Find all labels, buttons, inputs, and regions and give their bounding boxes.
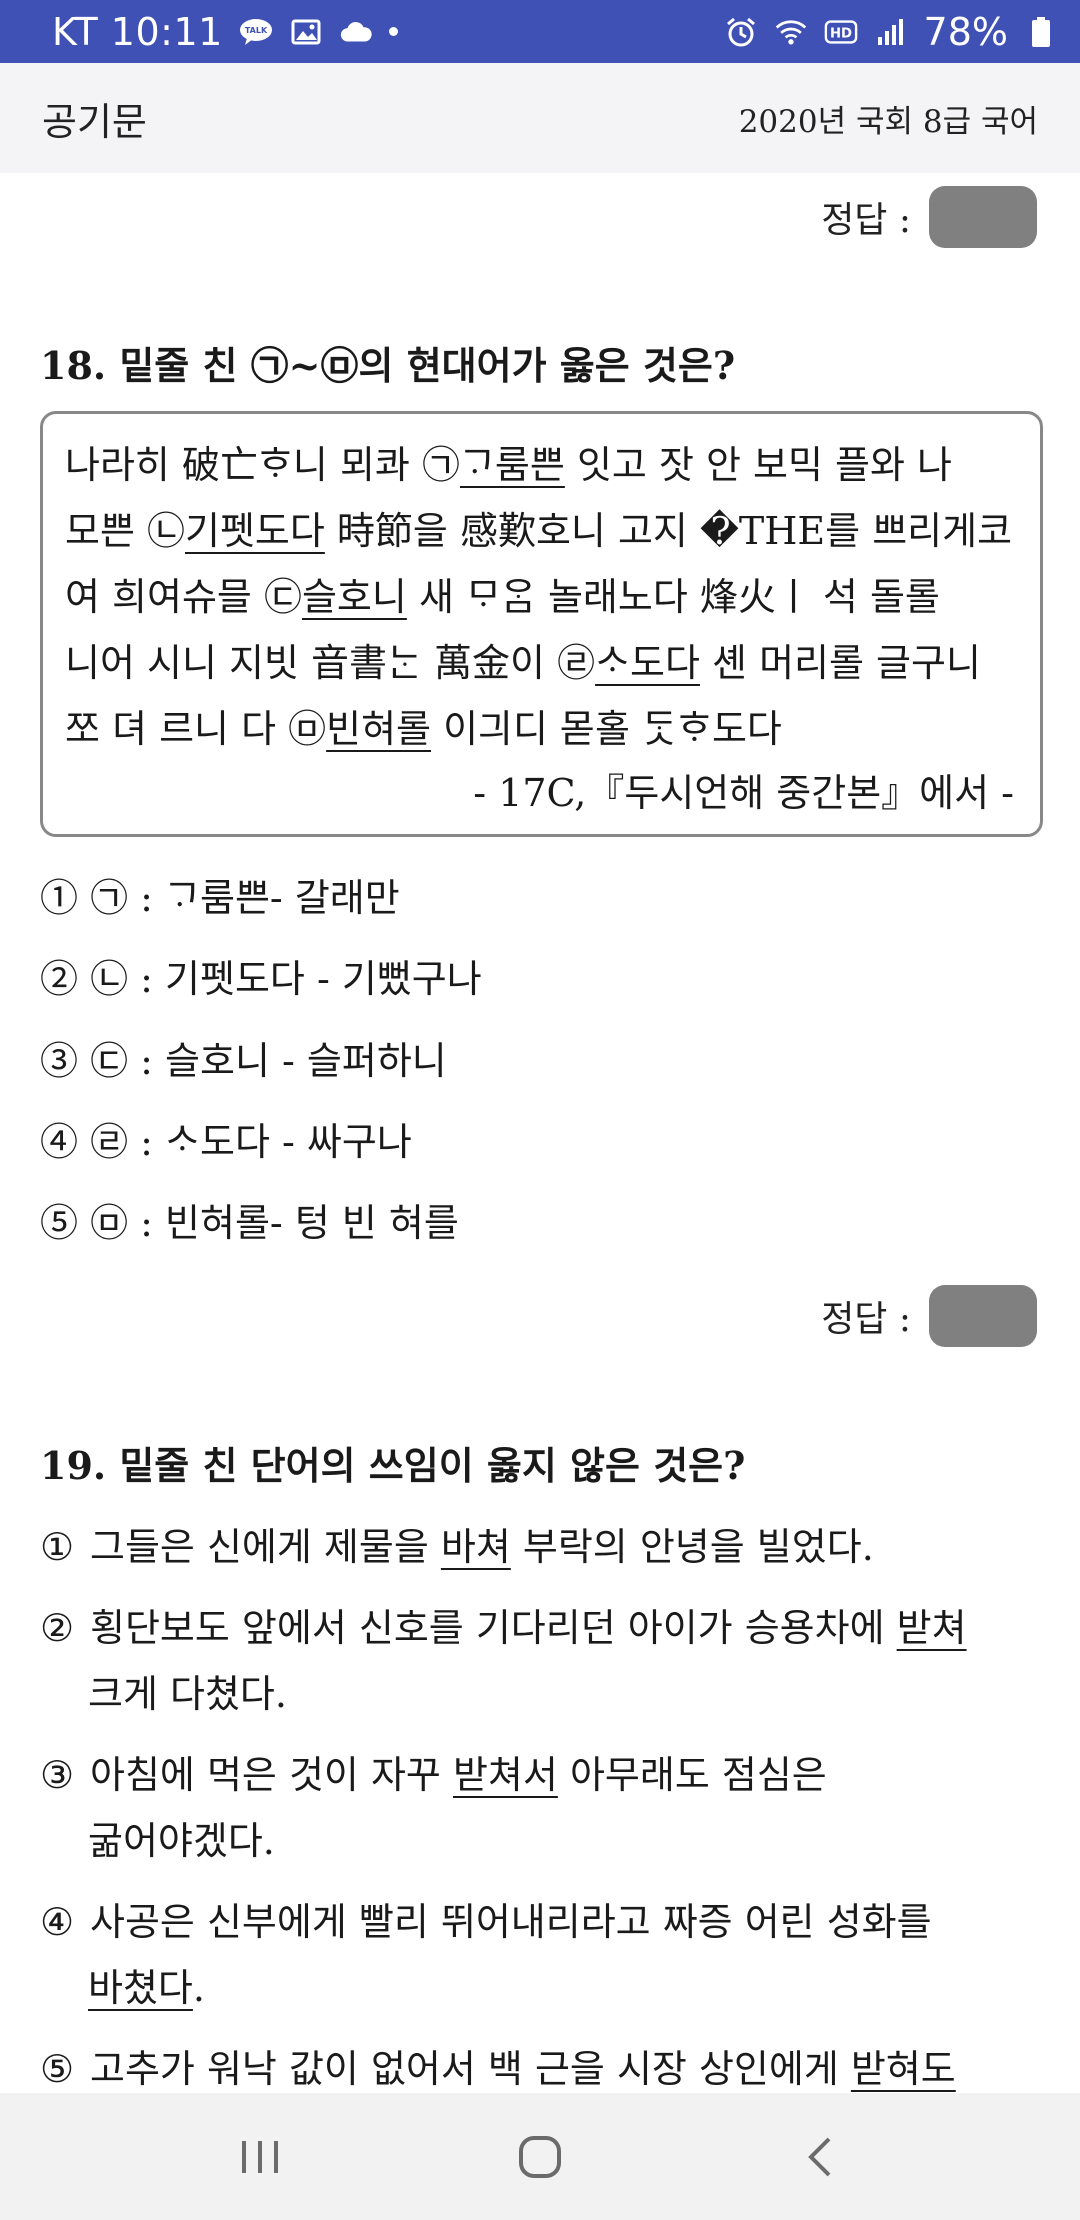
status-bar: KT 10:11 TALK HD 78%	[0, 0, 1080, 63]
underlined-word: 받혀도	[850, 2047, 956, 2091]
q19-option-2[interactable]: ② 횡단보도 앞에서 신호를 기다리던 아이가 승용차에 받쳐	[40, 1597, 967, 1652]
passage-line-3: 여 희여슈믈 ㉢슬호니 새 ᄆᆞᄋᆞᆷ 놀래노다 烽火ㅣ 석 돌롤	[65, 564, 1020, 630]
underlined-word: ᄉᆞ도다	[595, 641, 700, 685]
underlined-word: 기펫도다	[185, 509, 325, 553]
underlined-word: 받쳐서	[452, 1753, 558, 1797]
question-18-passage: 나라히 破亡ᄒᆞ니 뫼콰 ㉠ᄀᆞ룸쁜 잇고 잣 안 보믹 플와 나 모쁜 ㉡기펫…	[40, 411, 1043, 837]
underlined-word: 바쳤다	[88, 1966, 193, 2010]
answer-reveal-button[interactable]	[929, 1285, 1037, 1347]
app-bar: 공기문 2020년 국회 8급 국어	[0, 63, 1080, 173]
question-18-title: 18. 밑줄 친 ㉠~㉤의 현대어가 옳은 것은?	[40, 343, 736, 388]
system-nav-bar	[0, 2093, 1080, 2220]
q19-option-5[interactable]: ⑤ 고추가 워낙 값이 없어서 백 근을 시장 상인에게 받혀도	[40, 2038, 956, 2093]
option-text: 부락의 안녕을 빌었다.	[510, 1525, 874, 1569]
option-number: ①	[40, 1525, 75, 1569]
passage-text: 時節을 感歎호니 고지 �THE를 쁘리게코	[324, 509, 1013, 553]
question-19-title: 19. 밑줄 친 단어의 쓰임이 옳지 않은 것은?	[40, 1443, 746, 1488]
image-icon	[289, 18, 323, 46]
passage-line-5: 쪼 뎌 르니 다 ㉤빈혀롤 이긔디 몯홀 ᄃᆞᆺᄒᆞ도다	[65, 696, 1020, 762]
cloud-icon	[339, 18, 373, 46]
option-number: ④	[40, 1900, 75, 1944]
battery-percent: 78%	[923, 9, 1008, 54]
passage-line-2: 모쁜 ㉡기펫도다 時節을 感歎호니 고지 �THE를 쁘리게코	[65, 498, 1020, 564]
option-text: 아무래도 점심은	[557, 1753, 827, 1797]
carrier: KT	[52, 9, 99, 54]
q19-option-2-continued: 크게 다쳤다.	[88, 1672, 287, 1716]
q19-option-3-continued: 굶어야겠다.	[88, 1819, 275, 1863]
passage-text: 셴 머리롤 글구니	[699, 641, 981, 685]
passage-text: 모쁜 ㉡	[65, 509, 185, 553]
option-text: 횡단보도 앞에서 신호를 기다리던 아이가 승용차에	[90, 1606, 897, 1650]
passage-line-4: 니어 시니 지빗 音書ᄂᆞᆫ 萬金이 ㉣ᄉᆞ도다 셴 머리롤 글구니	[65, 630, 1020, 696]
talk-icon: TALK	[239, 18, 273, 46]
q19-option-1[interactable]: ① 그들은 신에게 제물을 바쳐 부락의 안녕을 빌었다.	[40, 1516, 874, 1571]
option-text: 사공은 신부에게 빨리 뛰어내리라고 짜증 어린 성화를	[90, 1900, 932, 1944]
svg-text:TALK: TALK	[245, 26, 268, 35]
home-icon	[519, 2135, 561, 2178]
svg-text:HD: HD	[830, 26, 852, 41]
answer-row-18: 정답 :	[821, 1285, 1037, 1347]
q19-option-3[interactable]: ③ 아침에 먹은 것이 자꾸 받쳐서 아무래도 점심은	[40, 1744, 827, 1799]
option-number: ③	[40, 1753, 75, 1797]
dot-icon	[388, 27, 398, 36]
recent-apps-button[interactable]	[215, 2117, 305, 2197]
q18-option-1[interactable]: ① ㉠ : ᄀᆞ룸쁜- 갈래만	[40, 867, 400, 922]
passage-text: 이긔디 몯홀 ᄃᆞᆺᄒᆞ도다	[431, 707, 782, 751]
passage-text: 니어 시니 지빗 音書ᄂᆞᆫ 萬金이 ㉣	[65, 641, 596, 685]
underlined-word: 슬호니	[301, 575, 407, 619]
battery-icon	[1024, 16, 1058, 47]
underlined-word: 받쳐	[896, 1606, 967, 1650]
option-text: 그들은 신에게 제물을	[90, 1525, 441, 1569]
q18-option-4[interactable]: ④ ㉣ : ᄉᆞ도다 - 싸구나	[40, 1111, 412, 1166]
recent-apps-icon	[242, 2140, 278, 2173]
underlined-word: 바쳐	[440, 1525, 511, 1569]
passage-source: - 17C,『두시언해 중간본』에서 -	[473, 771, 1014, 815]
app-title: 공기문	[42, 99, 147, 144]
answer-label: 정답 :	[821, 1299, 911, 1340]
option-number: ⑤	[40, 2047, 75, 2091]
passage-line-1: 나라히 破亡ᄒᆞ니 뫼콰 ㉠ᄀᆞ룸쁜 잇고 잣 안 보믹 플와 나	[65, 432, 1020, 498]
wifi-icon	[774, 18, 808, 46]
option-text: 고추가 워낙 값이 없어서 백 근을 시장 상인에게	[90, 2047, 851, 2091]
hd-icon: HD	[824, 18, 858, 46]
answer-reveal-button[interactable]	[929, 186, 1037, 248]
question-scroll-area[interactable]: 정답 : 18. 밑줄 친 ㉠~㉤의 현대어가 옳은 것은? 나라히 破亡ᄒᆞ니…	[0, 173, 1080, 2093]
status-right: HD 78%	[724, 10, 1058, 54]
exam-name: 2020년 국회 8급 국어	[738, 103, 1038, 140]
q18-option-3[interactable]: ③ ㉢ : 슬호니 - 슬퍼하니	[40, 1030, 447, 1085]
status-left: KT 10:11 TALK	[52, 10, 398, 54]
back-button[interactable]	[775, 2117, 865, 2197]
q18-option-2[interactable]: ② ㉡ : 기펫도다 - 기뻤구나	[40, 948, 482, 1003]
passage-text: 나라히 破亡ᄒᆞ니 뫼콰 ㉠	[65, 443, 460, 487]
q18-option-5[interactable]: ⑤ ㉤ : 빈혀롤- 텅 빈 혀를	[40, 1192, 459, 1247]
home-button[interactable]	[495, 2117, 585, 2197]
passage-text: 잇고 잣 안 보믹 플와 나	[564, 443, 952, 487]
option-number: ②	[40, 1606, 75, 1650]
back-icon	[808, 2137, 831, 2176]
passage-text: 새 ᄆᆞᄋᆞᆷ 놀래노다 烽火ㅣ 석 돌롤	[406, 575, 940, 619]
underlined-word: ᄀᆞ룸쁜	[459, 443, 565, 487]
passage-text: 여 희여슈믈 ㉢	[65, 575, 302, 619]
answer-label: 정답 :	[821, 200, 911, 241]
underlined-word: 빈혀롤	[326, 707, 432, 751]
signal-icon	[874, 18, 908, 46]
option-text: .	[192, 1966, 205, 2010]
alarm-icon	[724, 17, 758, 46]
option-text: 아침에 먹은 것이 자꾸	[90, 1753, 453, 1797]
carrier-time: KT 10:11	[52, 10, 223, 54]
answer-row-17: 정답 :	[821, 186, 1037, 248]
q19-option-4-continued: 바쳤다.	[88, 1957, 205, 2012]
q19-option-4[interactable]: ④ 사공은 신부에게 빨리 뛰어내리라고 짜증 어린 성화를	[40, 1891, 932, 1946]
clock: 10:11	[110, 9, 223, 54]
passage-text: 쪼 뎌 르니 다 ㉤	[65, 707, 327, 751]
